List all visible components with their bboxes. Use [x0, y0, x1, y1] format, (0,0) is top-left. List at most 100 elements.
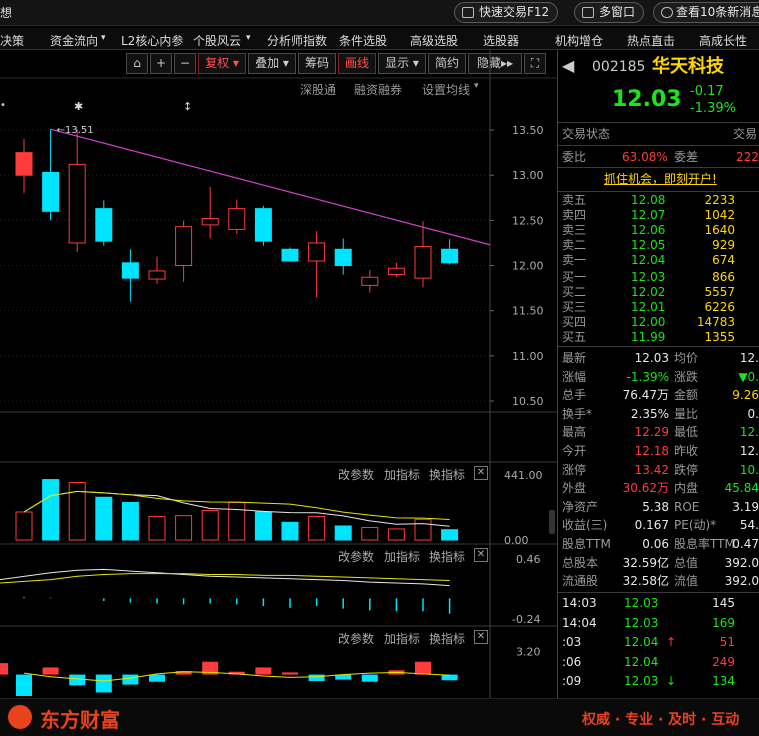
tick-time: :09	[562, 674, 582, 689]
quick-trade-button[interactable]: 快速交易F12	[454, 2, 559, 23]
ask-level-label: 卖四	[562, 208, 587, 222]
modify-params-button[interactable]: 改参数	[338, 466, 374, 483]
weibi-value: 63.08%	[622, 150, 668, 164]
candle-body	[308, 242, 326, 262]
nav-item-redian[interactable]: 热点直击	[627, 32, 675, 49]
nav-item-fenxishi[interactable]: 分析师指数	[267, 32, 327, 49]
trade-status-value: 交易	[733, 127, 758, 141]
multi-window-button[interactable]: 多窗口	[574, 2, 645, 23]
stat-value: 30.62万	[622, 481, 669, 496]
nav-item-gaochengzhang[interactable]: 高成长性	[699, 32, 747, 49]
kline-chart-area[interactable]: 13.50 13.00 12.50 12.00 11.50 11.00 10.50 • ✱ ↕ ←1…	[0, 50, 557, 698]
chevron-down-icon: ▾	[246, 33, 251, 43]
stat-label: 流值	[674, 574, 699, 589]
ask-volume: 674	[712, 253, 735, 267]
nav-item-zijin[interactable]: 资金流向	[50, 32, 98, 49]
stat-value: 12.	[739, 425, 759, 440]
candle-body	[175, 226, 193, 267]
tick-volume: 169	[712, 615, 735, 630]
add-indicator-button[interactable]: 加指标	[384, 548, 420, 565]
modify-params-button[interactable]: 改参数	[338, 630, 374, 647]
tick-volume: 134	[712, 674, 735, 689]
nav-item-l2[interactable]: L2核心内参	[121, 32, 183, 49]
volume-bar	[121, 501, 139, 541]
macd-bottom-label: -0.24	[512, 613, 540, 626]
tick-price: 12.04	[624, 654, 659, 669]
nav-item-gaoji[interactable]: 高级选股	[410, 32, 458, 49]
price-change: -0.17	[690, 84, 724, 99]
last-price: 12.03	[612, 87, 682, 112]
switch-indicator-button[interactable]: 换指标	[429, 466, 465, 483]
switch-indicator-button[interactable]: 换指标	[429, 548, 465, 565]
bid-level-label: 买一	[562, 270, 587, 284]
volume-bar	[441, 529, 459, 541]
eastmoney-logo-icon	[8, 705, 32, 729]
close-icon[interactable]: ✕	[474, 630, 488, 644]
add-indicator-button[interactable]: 加指标	[384, 630, 420, 647]
open-account-link[interactable]: 抓住机会，即刻开户!	[604, 172, 717, 187]
stat-label: 总值	[674, 555, 699, 570]
volume-bar	[148, 515, 166, 541]
brand-slogan: 权威 · 专业 · 及时 · 互动	[582, 712, 740, 728]
nav-item-jigou[interactable]: 机构增仓	[555, 32, 603, 49]
candle-body	[95, 208, 113, 242]
indicator-bar	[16, 674, 32, 696]
panel-collapse-handle[interactable]	[549, 510, 555, 534]
close-icon[interactable]: ✕	[474, 548, 488, 562]
top-bar: 想 快速交易F12 多窗口 查看10条新消息	[0, 0, 759, 26]
chart-grid	[0, 50, 557, 698]
nav-item-tiaojian[interactable]: 条件选股	[339, 32, 387, 49]
ask-level-label: 卖一	[562, 253, 587, 267]
volume-bar	[308, 515, 326, 541]
price-tick-label: 13.00	[512, 169, 544, 182]
indicator-label: 3.20	[516, 646, 541, 659]
add-indicator-button[interactable]: 加指标	[384, 466, 420, 483]
stat-label: 总手	[562, 388, 587, 403]
brand-name: 东方财富	[40, 708, 120, 732]
stat-value: 54.	[739, 518, 759, 533]
stat-value: 392.0	[724, 574, 759, 589]
stat-label: 外盘	[562, 481, 587, 496]
volume-bar	[42, 479, 60, 541]
price-tick-label: 12.50	[512, 214, 544, 227]
indicator-bar	[308, 674, 325, 681]
prev-stock-icon[interactable]: ◀	[562, 58, 574, 74]
stat-value: 392.0	[724, 555, 759, 570]
stat-value: 13.42	[634, 462, 669, 477]
nav-item-juece[interactable]: 决策	[0, 32, 24, 49]
stat-value: 9.26	[732, 388, 759, 403]
stat-value: 12.29	[634, 425, 669, 440]
news-button[interactable]: 查看10条新消息	[653, 2, 759, 23]
nav-bar: 决策 资金流向 ▾ L2核心内参 个股风云 ▾ 分析师指数 条件选股 高级选股 选股…	[0, 28, 759, 50]
nav-item-xuanguqi[interactable]: 选股器	[483, 32, 519, 49]
bid-volume: 14783	[696, 315, 735, 329]
stat-label: 流通股	[562, 574, 599, 589]
stat-value: 0.	[747, 406, 759, 421]
stat-value: 5.38	[642, 499, 669, 514]
ask-level-label: 卖二	[562, 238, 587, 252]
candle-body	[254, 208, 272, 242]
tick-price: 12.03	[624, 596, 659, 610]
candle-body	[121, 262, 139, 279]
nav-item-gegu[interactable]: 个股风云	[193, 32, 241, 49]
close-icon[interactable]: ✕	[474, 466, 488, 480]
tick-price: 12.03	[624, 615, 659, 630]
tick-time: :06	[562, 654, 582, 669]
stat-label: 涨跌	[674, 369, 699, 384]
multi-window-label: 多窗口	[599, 5, 636, 19]
stat-label: 今开	[562, 444, 587, 458]
stat-label: 总股本	[562, 555, 599, 570]
modify-params-button[interactable]: 改参数	[338, 548, 374, 565]
stat-value: 12.	[739, 444, 759, 458]
indicator-bar	[255, 667, 272, 675]
stat-value: -1.39%	[626, 369, 669, 384]
candle-body	[361, 276, 379, 286]
stat-label: ROE	[674, 499, 700, 514]
menu-fragment[interactable]: 想	[0, 4, 12, 21]
tick-price: 12.04	[624, 635, 659, 650]
tick-volume: 51	[719, 635, 735, 650]
macd-chart	[0, 568, 451, 614]
candle-body	[68, 163, 86, 244]
switch-indicator-button[interactable]: 换指标	[429, 630, 465, 647]
ask-price: 12.04	[631, 253, 666, 267]
